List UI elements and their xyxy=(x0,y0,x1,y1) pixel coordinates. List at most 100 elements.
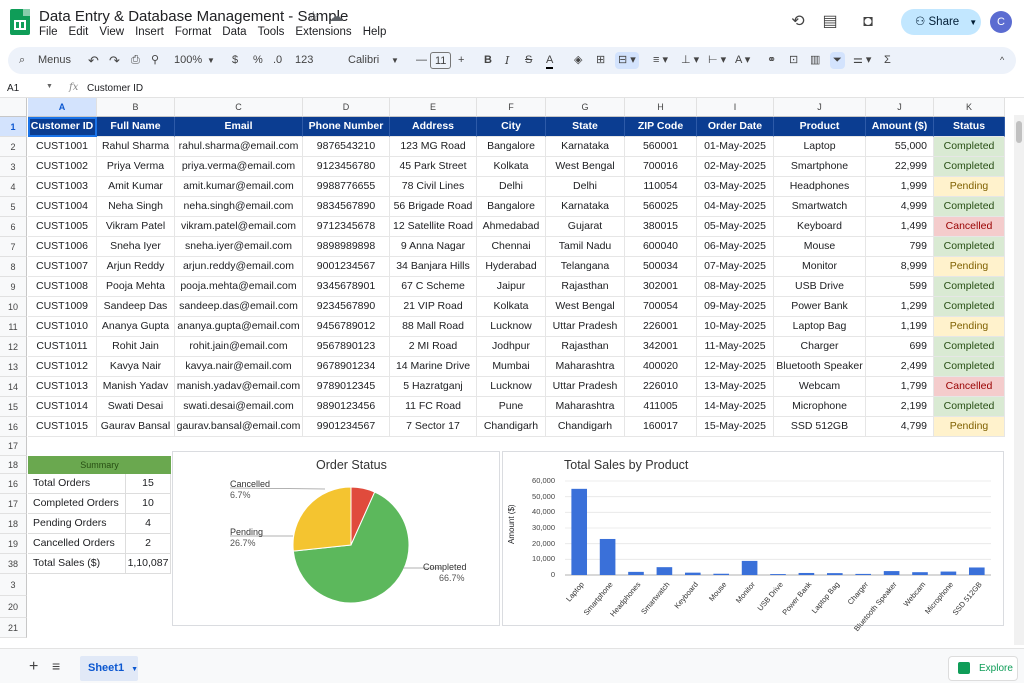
fill-color-icon[interactable]: ◈ xyxy=(574,52,582,69)
row-header[interactable]: 17 xyxy=(0,437,27,456)
row-header[interactable]: 14 xyxy=(0,377,27,397)
table-cell[interactable]: Rohit Jain xyxy=(97,337,175,357)
column-title-cell[interactable]: City xyxy=(477,117,546,137)
table-cell[interactable]: 560001 xyxy=(625,137,697,157)
summary-label[interactable]: Total Orders xyxy=(28,474,126,494)
table-cell[interactable]: 9 Anna Nagar xyxy=(390,237,477,257)
status-badge[interactable]: Pending xyxy=(934,177,1005,197)
table-cell[interactable]: 06-May-2025 xyxy=(697,237,774,257)
link-icon[interactable]: ⚭ xyxy=(767,52,776,69)
version-history-icon[interactable]: ⟲ xyxy=(788,12,808,32)
table-cell[interactable]: Priya Verma xyxy=(97,157,175,177)
summary-label[interactable]: Total Sales ($) xyxy=(28,554,126,574)
status-badge[interactable]: Completed xyxy=(934,337,1005,357)
column-header[interactable]: I xyxy=(697,98,774,117)
table-cell[interactable]: 1,999 xyxy=(866,177,934,197)
table-cell[interactable]: 500034 xyxy=(625,257,697,277)
table-cell[interactable]: 600040 xyxy=(625,237,697,257)
table-cell[interactable]: 411005 xyxy=(625,397,697,417)
row-header[interactable]: 3 xyxy=(0,574,27,596)
table-cell[interactable]: Lucknow xyxy=(477,377,546,397)
table-cell[interactable]: sneha.iyer@email.com xyxy=(175,237,303,257)
table-cell[interactable]: 9123456780 xyxy=(303,157,390,177)
column-title-cell[interactable]: Product xyxy=(774,117,866,137)
table-cell[interactable]: Tamil Nadu xyxy=(546,237,625,257)
table-cell[interactable]: 11-May-2025 xyxy=(697,337,774,357)
status-badge[interactable]: Pending xyxy=(934,257,1005,277)
table-cell[interactable]: Neha Singh xyxy=(97,197,175,217)
row-header[interactable]: 20 xyxy=(0,596,27,618)
column-header[interactable]: J xyxy=(774,98,866,117)
percent-button[interactable]: % xyxy=(253,52,263,69)
table-cell[interactable]: Smartphone xyxy=(774,157,866,177)
table-cell[interactable]: Maharashtra xyxy=(546,397,625,417)
table-cell[interactable]: Power Bank xyxy=(774,297,866,317)
chevron-down-icon[interactable]: ▼ xyxy=(46,83,53,90)
table-cell[interactable]: 226010 xyxy=(625,377,697,397)
table-cell[interactable]: CUST1004 xyxy=(28,197,97,217)
menu-item-tools[interactable]: Tools xyxy=(258,26,285,38)
table-cell[interactable]: 03-May-2025 xyxy=(697,177,774,197)
chart-insert-icon[interactable]: ▥ xyxy=(810,52,820,69)
status-badge[interactable]: Completed xyxy=(934,297,1005,317)
avatar[interactable]: C xyxy=(990,11,1012,33)
table-cell[interactable]: Delhi xyxy=(546,177,625,197)
table-cell[interactable]: 302001 xyxy=(625,277,697,297)
functions-icon[interactable]: Σ xyxy=(884,52,891,69)
table-cell[interactable]: 1,299 xyxy=(866,297,934,317)
column-title-cell[interactable]: Full Name xyxy=(97,117,175,137)
status-badge[interactable]: Completed xyxy=(934,357,1005,377)
table-cell[interactable]: 110054 xyxy=(625,177,697,197)
status-badge[interactable]: Completed xyxy=(934,237,1005,257)
table-cell[interactable]: Monitor xyxy=(774,257,866,277)
table-cell[interactable]: 9678901234 xyxy=(303,357,390,377)
table-cell[interactable]: vikram.patel@email.com xyxy=(175,217,303,237)
chevron-down-icon[interactable]: ▼ xyxy=(207,52,215,69)
table-cell[interactable]: CUST1011 xyxy=(28,337,97,357)
pie-slice-pending[interactable] xyxy=(292,486,352,552)
star-icon[interactable]: ☆ xyxy=(307,8,320,25)
order-status-chart[interactable]: Order Status Cancelled 6.7% Pending 26.7… xyxy=(172,451,500,626)
table-cell[interactable]: West Bengal xyxy=(546,297,625,317)
table-cell[interactable]: Headphones xyxy=(774,177,866,197)
table-cell[interactable]: Swati Desai xyxy=(97,397,175,417)
table-cell[interactable]: neha.singh@email.com xyxy=(175,197,303,217)
bar-keyboard[interactable] xyxy=(684,572,701,575)
menu-item-data[interactable]: Data xyxy=(222,26,246,38)
bar-usb-drive[interactable] xyxy=(770,574,786,575)
table-cell[interactable]: 9234567890 xyxy=(303,297,390,317)
status-badge[interactable]: Completed xyxy=(934,197,1005,217)
bar-laptop-bag[interactable] xyxy=(826,573,843,575)
column-header[interactable]: E xyxy=(390,98,477,117)
table-cell[interactable]: 7 Sector 17 xyxy=(390,417,477,437)
font-select[interactable]: Calibri xyxy=(348,52,379,69)
status-badge[interactable]: Completed xyxy=(934,277,1005,297)
column-header[interactable]: K xyxy=(934,98,1005,117)
decrease-decimal-button[interactable]: .0 xyxy=(273,52,282,69)
menu-item-file[interactable]: File xyxy=(39,26,58,38)
column-header[interactable]: F xyxy=(477,98,546,117)
explore-button[interactable]: Explore xyxy=(948,656,1018,681)
table-cell[interactable]: 01-May-2025 xyxy=(697,137,774,157)
table-cell[interactable]: 380015 xyxy=(625,217,697,237)
row-header[interactable]: 19 xyxy=(0,534,27,554)
table-cell[interactable]: Charger xyxy=(774,337,866,357)
table-cell[interactable]: 8,999 xyxy=(866,257,934,277)
table-cell[interactable]: Chandigarh xyxy=(477,417,546,437)
table-cell[interactable]: Rahul Sharma xyxy=(97,137,175,157)
table-cell[interactable]: 67 C Scheme xyxy=(390,277,477,297)
table-cell[interactable]: 14 Marine Drive xyxy=(390,357,477,377)
table-cell[interactable]: 9712345678 xyxy=(303,217,390,237)
table-cell[interactable]: 560025 xyxy=(625,197,697,217)
table-cell[interactable]: 4,999 xyxy=(866,197,934,217)
column-title-cell[interactable]: Status xyxy=(934,117,1005,137)
row-header[interactable]: 38 xyxy=(0,554,27,574)
cloud-status-icon[interactable]: ☁ xyxy=(329,8,343,25)
table-cell[interactable]: 9876543210 xyxy=(303,137,390,157)
table-cell[interactable]: 15-May-2025 xyxy=(697,417,774,437)
table-cell[interactable]: rahul.sharma@email.com xyxy=(175,137,303,157)
table-cell[interactable]: CUST1014 xyxy=(28,397,97,417)
table-cell[interactable]: Maharashtra xyxy=(546,357,625,377)
bold-icon[interactable]: B xyxy=(484,52,492,69)
table-cell[interactable]: gaurav.bansal@email.com xyxy=(175,417,303,437)
